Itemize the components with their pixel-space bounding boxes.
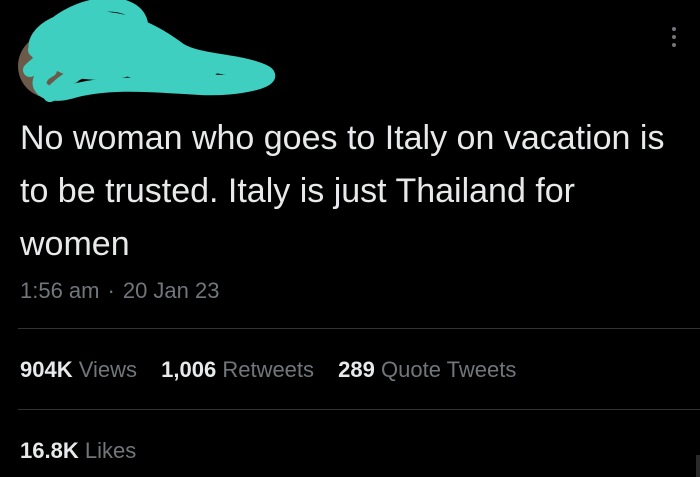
more-dot [672, 43, 676, 47]
quote-tweets-stat[interactable]: 289 Quote Tweets [338, 357, 516, 383]
quote-tweets-label: Quote Tweets [381, 357, 517, 382]
scrollbar[interactable] [696, 455, 700, 477]
views-label: Views [78, 357, 138, 382]
quote-tweets-count: 289 [338, 357, 375, 382]
retweets-stat[interactable]: 1,006 Retweets [161, 357, 314, 383]
timestamp-separator: · [107, 278, 115, 303]
tweet-text: No woman who goes to Italy on vacation i… [20, 119, 665, 263]
tweet-time: 1:56 am [20, 278, 100, 303]
tweet-date: 20 Jan 23 [122, 278, 220, 303]
likes-count: 16.8K [20, 438, 79, 463]
divider-middle [18, 409, 700, 410]
more-dot [672, 27, 676, 31]
likes-label: Likes [84, 438, 137, 463]
more-dot [672, 35, 676, 39]
more-vertical-icon[interactable] [664, 22, 684, 52]
redaction-scribble [23, 0, 275, 102]
likes-stats: 16.8K Likes [20, 438, 154, 464]
tweet-timestamp[interactable]: 1:56 am · 20 Jan 23 [20, 278, 219, 304]
retweets-count: 1,006 [161, 357, 217, 382]
divider-top [18, 328, 700, 329]
likes-stat[interactable]: 16.8K Likes [20, 438, 136, 464]
retweets-label: Retweets [222, 357, 315, 382]
views-count: 904K [20, 357, 73, 382]
views-stat: 904K Views [20, 357, 137, 383]
engagement-stats: 904K Views 1,006 Retweets 289 Quote Twee… [20, 357, 534, 383]
